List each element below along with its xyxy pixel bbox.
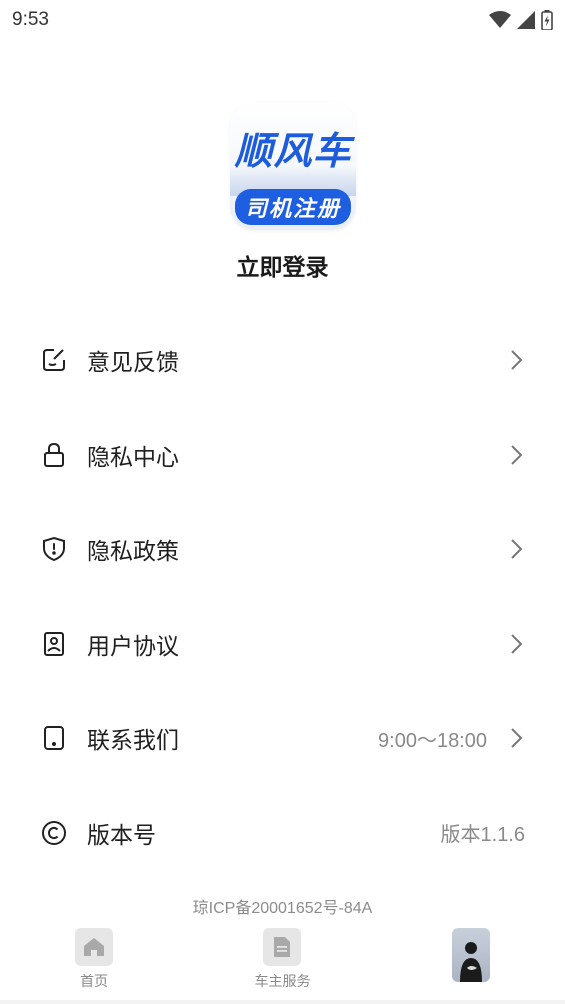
- menu-label: 用户协议: [87, 633, 179, 660]
- user-agreement-icon: [40, 630, 68, 658]
- document-icon: [263, 928, 302, 966]
- tab-bar: 首页 车主服务: [0, 924, 565, 1000]
- feedback-edit-icon: [40, 346, 68, 374]
- chevron-right-icon: [509, 632, 525, 656]
- version-value: 版本1.1.6: [440, 824, 525, 847]
- avatar-icon: [451, 928, 490, 982]
- battery-icon: [541, 10, 553, 30]
- tab-label: 首页: [80, 974, 109, 990]
- status-bar: 9:53: [0, 0, 565, 40]
- chevron-right-icon: [509, 443, 525, 467]
- menu-item-contact-us[interactable]: 联系我们 9:00～18:00: [0, 691, 565, 786]
- menu-label: 版本号: [87, 822, 156, 849]
- logo-bottom-text: 司机注册: [235, 189, 351, 225]
- menu-label: 隐私政策: [87, 539, 179, 566]
- menu-item-privacy-policy[interactable]: 隐私政策: [0, 502, 565, 597]
- wifi-icon: [489, 11, 511, 28]
- status-time: 9:53: [12, 9, 49, 30]
- signal-icon: [517, 11, 535, 29]
- chevron-right-icon: [509, 537, 525, 561]
- tab-label: 车主服务: [254, 974, 311, 990]
- tab-home[interactable]: 首页: [0, 924, 188, 1000]
- menu-item-privacy-center[interactable]: 隐私中心: [0, 408, 565, 503]
- tab-owner-service[interactable]: 车主服务: [188, 924, 376, 1000]
- menu-item-user-agreement[interactable]: 用户协议: [0, 597, 565, 692]
- menu-item-feedback[interactable]: 意见反馈: [0, 313, 565, 408]
- menu-item-version: 版本号 版本1.1.6: [0, 786, 565, 881]
- home-icon: [75, 928, 114, 966]
- shield-icon: [40, 535, 68, 563]
- phone-icon: [40, 724, 68, 752]
- lock-icon: [40, 441, 68, 469]
- chevron-right-icon: [509, 726, 525, 750]
- app-logo: 顺风车 司机注册: [230, 102, 356, 230]
- chevron-right-icon: [509, 348, 525, 372]
- home-indicator: [0, 1000, 565, 1004]
- icp-record: 琼ICP备20001652号-84A: [192, 900, 373, 917]
- menu-label: 意见反馈: [87, 350, 179, 377]
- contact-hours: 9:00～18:00: [378, 729, 487, 752]
- login-button[interactable]: 立即登录: [0, 248, 565, 282]
- copyright-icon: [40, 819, 68, 847]
- status-icons: [489, 10, 553, 30]
- settings-menu: 意见反馈 隐私中心 隐私政策 用户协议 联系我们 9:00～18:00 版本号 …: [0, 313, 565, 880]
- menu-label: 隐私中心: [87, 444, 179, 471]
- tab-profile[interactable]: [377, 924, 565, 1000]
- menu-label: 联系我们: [87, 728, 179, 755]
